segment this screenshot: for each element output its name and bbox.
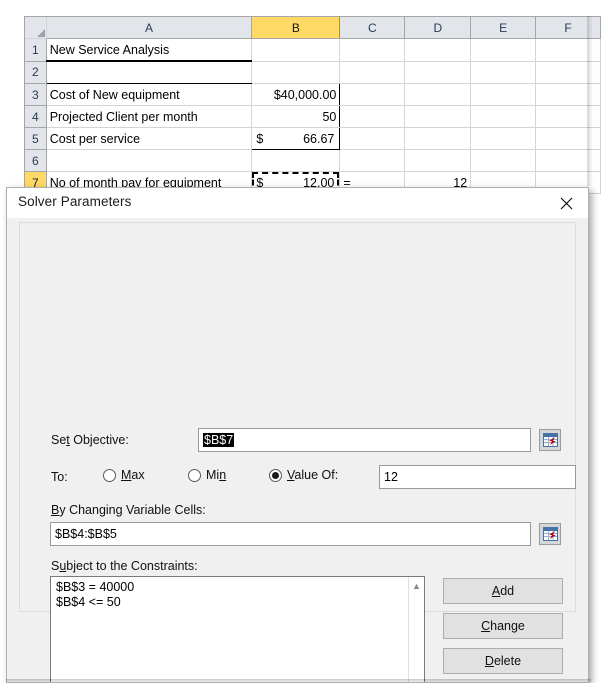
cell-e6[interactable] bbox=[470, 149, 537, 172]
cell-a1[interactable]: New Service Analysis bbox=[46, 38, 253, 62]
set-objective-value: $B$7 bbox=[203, 433, 235, 447]
cell-b2[interactable] bbox=[251, 61, 341, 84]
cell-d3[interactable] bbox=[404, 83, 472, 106]
cell-b1[interactable] bbox=[251, 38, 341, 62]
currency-symbol: $ bbox=[256, 131, 264, 146]
sheet-right-shadow bbox=[587, 16, 593, 186]
radio-value-of-label: Value Of: bbox=[287, 468, 339, 482]
dialog-titlebar: Solver Parameters bbox=[7, 188, 588, 218]
cell-d6[interactable] bbox=[404, 149, 472, 172]
table-row: 4 Projected Client per month 50 bbox=[25, 105, 601, 128]
cell-d5[interactable] bbox=[404, 127, 472, 150]
range-selector-icon bbox=[542, 527, 558, 541]
select-all-corner[interactable] bbox=[25, 17, 47, 39]
column-header-e[interactable]: E bbox=[470, 17, 537, 39]
column-header-d[interactable]: D bbox=[404, 17, 472, 39]
constraints-listbox[interactable]: $B$3 = 40000 $B$4 <= 50 ▲ ▼ bbox=[50, 576, 425, 682]
radio-min[interactable]: Min bbox=[188, 468, 226, 482]
sheet-table: A B C D E F 1 New Service Analysis 2 3 C… bbox=[25, 17, 601, 194]
set-objective-label: Set Objective: bbox=[51, 433, 129, 447]
list-item[interactable]: $B$3 = 40000 bbox=[56, 580, 419, 595]
cell-b5[interactable]: $ 66.67 bbox=[251, 127, 341, 150]
triangle-icon bbox=[36, 29, 45, 37]
changing-cells-label: By Changing Variable Cells: bbox=[51, 503, 206, 517]
add-button[interactable]: Add bbox=[443, 578, 563, 604]
radio-max-label: Max bbox=[121, 468, 145, 482]
cell-c6[interactable] bbox=[339, 149, 406, 172]
close-button[interactable] bbox=[544, 188, 588, 218]
cell-a6[interactable] bbox=[46, 149, 253, 172]
set-objective-range-selector[interactable] bbox=[539, 429, 561, 451]
column-header-b[interactable]: B bbox=[251, 17, 341, 39]
table-row: 1 New Service Analysis bbox=[25, 38, 601, 62]
chevron-up-icon[interactable]: ▲ bbox=[409, 579, 424, 593]
column-header-row: A B C D E F bbox=[25, 17, 601, 39]
table-row: 6 bbox=[25, 149, 601, 172]
constraints-label: Subject to the Constraints: bbox=[51, 559, 198, 573]
table-row: 3 Cost of New equipment $40,000.00 bbox=[25, 83, 601, 106]
cell-b5-value: 66.67 bbox=[303, 131, 335, 146]
value-of-input[interactable]: 12 bbox=[379, 465, 576, 489]
cell-a2[interactable] bbox=[46, 61, 253, 84]
cell-c5[interactable] bbox=[339, 127, 406, 150]
cell-e2[interactable] bbox=[470, 61, 537, 84]
cell-c3[interactable] bbox=[339, 83, 406, 106]
row-header-5[interactable]: 5 bbox=[25, 127, 47, 150]
radio-value-of[interactable]: Value Of: bbox=[269, 468, 338, 482]
radio-max[interactable]: Max bbox=[103, 468, 145, 482]
cell-e4[interactable] bbox=[470, 105, 537, 128]
cell-d4[interactable] bbox=[404, 105, 472, 128]
cell-c4[interactable] bbox=[339, 105, 406, 128]
change-button[interactable]: Change bbox=[443, 613, 563, 639]
cell-c1[interactable] bbox=[339, 38, 406, 62]
parameters-panel bbox=[19, 222, 576, 612]
dialog-title: Solver Parameters bbox=[18, 194, 132, 209]
range-selector-icon bbox=[542, 433, 558, 447]
radio-min-label: Min bbox=[206, 468, 227, 482]
cell-c2[interactable] bbox=[339, 61, 406, 84]
table-row: 5 Cost per service $ 66.67 bbox=[25, 127, 601, 150]
close-icon bbox=[560, 197, 572, 209]
cell-e5[interactable] bbox=[470, 127, 537, 150]
cell-a4[interactable]: Projected Client per month bbox=[46, 105, 253, 128]
spreadsheet-area: A B C D E F 1 New Service Analysis 2 3 C… bbox=[0, 0, 601, 200]
cell-b3[interactable]: $40,000.00 bbox=[251, 83, 341, 106]
cell-b4[interactable]: 50 bbox=[251, 105, 341, 128]
changing-cells-input[interactable]: $B$4:$B$5 bbox=[50, 522, 531, 546]
list-item[interactable]: $B$4 <= 50 bbox=[56, 595, 419, 610]
row-header-1[interactable]: 1 bbox=[25, 38, 47, 62]
dialog-bottom-shadow bbox=[6, 679, 591, 683]
row-header-6[interactable]: 6 bbox=[25, 149, 47, 172]
radio-value-of-dot bbox=[269, 468, 282, 482]
cell-b6[interactable] bbox=[251, 149, 341, 172]
column-header-c[interactable]: C bbox=[339, 17, 406, 39]
column-header-a[interactable]: A bbox=[46, 17, 253, 39]
solver-parameters-dialog: Solver Parameters Set Objective: $B$7 To… bbox=[6, 187, 589, 683]
cell-e1[interactable] bbox=[470, 38, 537, 62]
radio-max-dot bbox=[103, 468, 116, 482]
row-header-4[interactable]: 4 bbox=[25, 105, 47, 128]
constraints-scrollbar[interactable]: ▲ ▼ bbox=[408, 577, 424, 682]
table-row: 2 bbox=[25, 61, 601, 84]
row-header-3[interactable]: 3 bbox=[25, 83, 47, 106]
cell-d1[interactable] bbox=[404, 38, 472, 62]
to-label: To: bbox=[51, 470, 68, 484]
spreadsheet-grid: A B C D E F 1 New Service Analysis 2 3 C… bbox=[24, 16, 601, 194]
changing-cells-range-selector[interactable] bbox=[539, 523, 561, 545]
screen: A B C D E F 1 New Service Analysis 2 3 C… bbox=[0, 0, 601, 683]
delete-button[interactable]: Delete bbox=[443, 648, 563, 674]
set-objective-input[interactable]: $B$7 bbox=[198, 428, 531, 452]
row-header-2[interactable]: 2 bbox=[25, 61, 47, 84]
cell-e3[interactable] bbox=[470, 83, 537, 106]
cell-d2[interactable] bbox=[404, 61, 472, 84]
cell-a3[interactable]: Cost of New equipment bbox=[46, 83, 253, 106]
radio-min-dot bbox=[188, 468, 201, 482]
cell-a5[interactable]: Cost per service bbox=[46, 127, 253, 150]
